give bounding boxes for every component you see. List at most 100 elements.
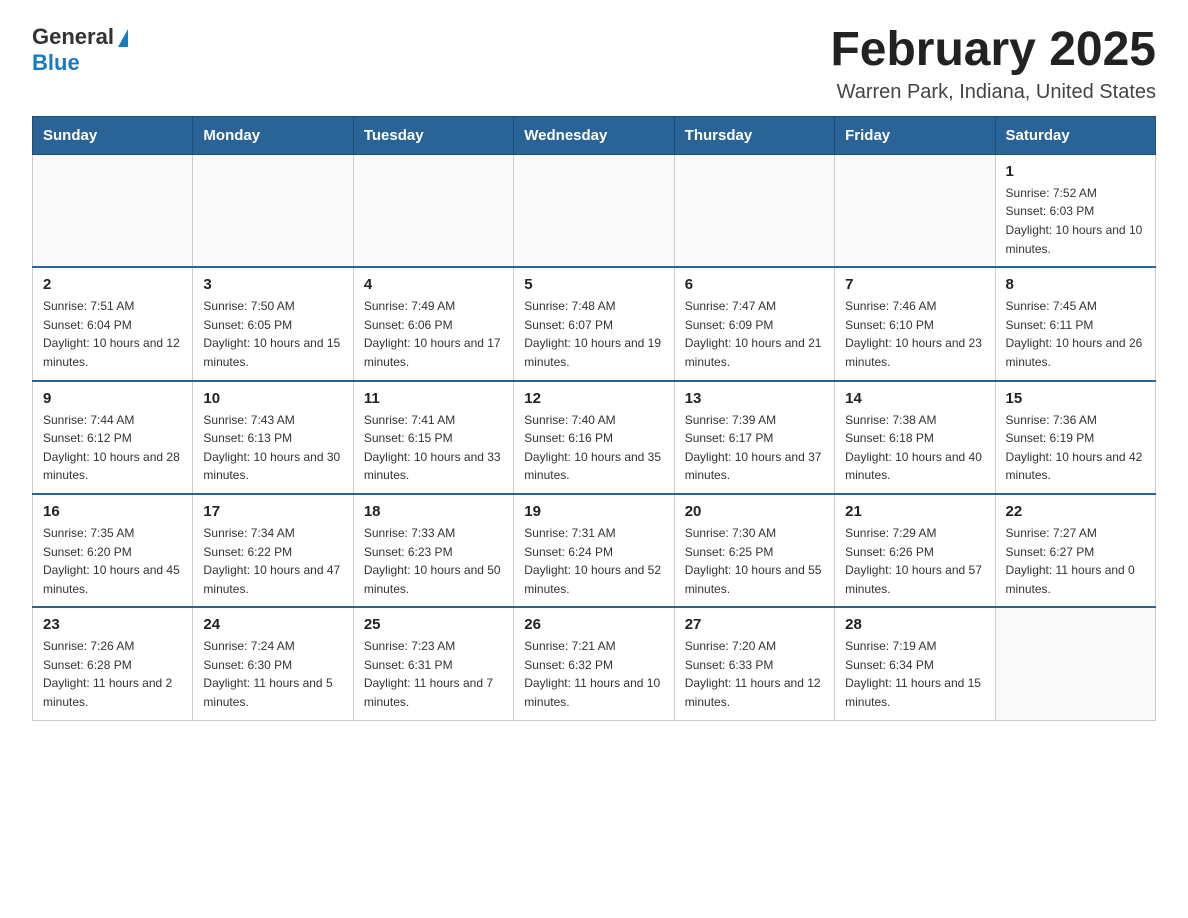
calendar-cell: 18 Sunrise: 7:33 AMSunset: 6:23 PMDayligh… bbox=[353, 494, 513, 607]
day-of-week-header: Sunday bbox=[33, 116, 193, 154]
day-info: Sunrise: 7:40 AMSunset: 6:16 PMDaylight:… bbox=[524, 411, 663, 485]
day-info: Sunrise: 7:29 AMSunset: 6:26 PMDaylight:… bbox=[845, 524, 984, 598]
week-row: 23 Sunrise: 7:26 AMSunset: 6:28 PMDayligh… bbox=[33, 607, 1156, 720]
calendar-cell: 2 Sunrise: 7:51 AMSunset: 6:04 PMDaylight… bbox=[33, 267, 193, 380]
logo-blue-text: Blue bbox=[32, 50, 80, 76]
day-number: 4 bbox=[364, 276, 503, 293]
day-number: 6 bbox=[685, 276, 824, 293]
day-info: Sunrise: 7:52 AMSunset: 6:03 PMDaylight:… bbox=[1006, 184, 1145, 258]
day-info: Sunrise: 7:44 AMSunset: 6:12 PMDaylight:… bbox=[43, 411, 182, 485]
day-number: 26 bbox=[524, 616, 663, 633]
day-of-week-header: Monday bbox=[193, 116, 353, 154]
day-number: 3 bbox=[203, 276, 342, 293]
day-info: Sunrise: 7:26 AMSunset: 6:28 PMDaylight:… bbox=[43, 637, 182, 711]
day-info: Sunrise: 7:36 AMSunset: 6:19 PMDaylight:… bbox=[1006, 411, 1145, 485]
calendar-cell bbox=[995, 607, 1155, 720]
calendar-cell: 24 Sunrise: 7:24 AMSunset: 6:30 PMDayligh… bbox=[193, 607, 353, 720]
calendar-cell: 12Sunrise: 7:40 AMSunset: 6:16 PMDayligh… bbox=[514, 381, 674, 494]
day-info: Sunrise: 7:46 AMSunset: 6:10 PMDaylight:… bbox=[845, 297, 984, 371]
calendar-cell: 22 Sunrise: 7:27 AMSunset: 6:27 PMDayligh… bbox=[995, 494, 1155, 607]
page-header: General Blue February 2025 Warren Park, … bbox=[32, 24, 1156, 104]
logo-triangle-icon bbox=[118, 29, 128, 47]
day-of-week-header: Friday bbox=[835, 116, 995, 154]
day-info: Sunrise: 7:48 AMSunset: 6:07 PMDaylight:… bbox=[524, 297, 663, 371]
day-number: 27 bbox=[685, 616, 824, 633]
logo: General Blue bbox=[32, 24, 128, 76]
day-info: Sunrise: 7:31 AMSunset: 6:24 PMDaylight:… bbox=[524, 524, 663, 598]
day-info: Sunrise: 7:35 AMSunset: 6:20 PMDaylight:… bbox=[43, 524, 182, 598]
day-info: Sunrise: 7:19 AMSunset: 6:34 PMDaylight:… bbox=[845, 637, 984, 711]
calendar-cell: 4 Sunrise: 7:49 AMSunset: 6:06 PMDaylight… bbox=[353, 267, 513, 380]
day-number: 17 bbox=[203, 503, 342, 520]
day-number: 24 bbox=[203, 616, 342, 633]
calendar-cell: 28 Sunrise: 7:19 AMSunset: 6:34 PMDayligh… bbox=[835, 607, 995, 720]
day-info: Sunrise: 7:41 AMSunset: 6:15 PMDaylight:… bbox=[364, 411, 503, 485]
logo-general-text: General bbox=[32, 24, 114, 50]
day-number: 25 bbox=[364, 616, 503, 633]
day-number: 23 bbox=[43, 616, 182, 633]
calendar-cell: 25 Sunrise: 7:23 AMSunset: 6:31 PMDayligh… bbox=[353, 607, 513, 720]
calendar-cell bbox=[514, 154, 674, 267]
calendar-cell: 5 Sunrise: 7:48 AMSunset: 6:07 PMDaylight… bbox=[514, 267, 674, 380]
day-of-week-header: Saturday bbox=[995, 116, 1155, 154]
day-number: 22 bbox=[1006, 503, 1145, 520]
day-number: 28 bbox=[845, 616, 984, 633]
calendar-cell: 23 Sunrise: 7:26 AMSunset: 6:28 PMDayligh… bbox=[33, 607, 193, 720]
day-number: 18 bbox=[364, 503, 503, 520]
calendar-cell: 7 Sunrise: 7:46 AMSunset: 6:10 PMDaylight… bbox=[835, 267, 995, 380]
day-info: Sunrise: 7:27 AMSunset: 6:27 PMDaylight:… bbox=[1006, 524, 1145, 598]
day-number: 10 bbox=[203, 390, 342, 407]
location-subtitle: Warren Park, Indiana, United States bbox=[830, 81, 1156, 104]
day-info: Sunrise: 7:39 AMSunset: 6:17 PMDaylight:… bbox=[685, 411, 824, 485]
day-number: 7 bbox=[845, 276, 984, 293]
day-info: Sunrise: 7:30 AMSunset: 6:25 PMDaylight:… bbox=[685, 524, 824, 598]
calendar-cell: 8Sunrise: 7:45 AMSunset: 6:11 PMDaylight… bbox=[995, 267, 1155, 380]
day-number: 9 bbox=[43, 390, 182, 407]
calendar-cell bbox=[193, 154, 353, 267]
calendar-cell bbox=[835, 154, 995, 267]
day-number: 19 bbox=[524, 503, 663, 520]
day-number: 11 bbox=[364, 390, 503, 407]
calendar-cell: 6Sunrise: 7:47 AMSunset: 6:09 PMDaylight… bbox=[674, 267, 834, 380]
week-row: 9 Sunrise: 7:44 AMSunset: 6:12 PMDaylight… bbox=[33, 381, 1156, 494]
week-row: 1Sunrise: 7:52 AMSunset: 6:03 PMDaylight… bbox=[33, 154, 1156, 267]
calendar-cell: 15 Sunrise: 7:36 AMSunset: 6:19 PMDayligh… bbox=[995, 381, 1155, 494]
day-of-week-header: Thursday bbox=[674, 116, 834, 154]
calendar-cell: 27Sunrise: 7:20 AMSunset: 6:33 PMDayligh… bbox=[674, 607, 834, 720]
day-info: Sunrise: 7:43 AMSunset: 6:13 PMDaylight:… bbox=[203, 411, 342, 485]
calendar-cell bbox=[674, 154, 834, 267]
day-number: 13 bbox=[685, 390, 824, 407]
day-info: Sunrise: 7:24 AMSunset: 6:30 PMDaylight:… bbox=[203, 637, 342, 711]
day-number: 8 bbox=[1006, 276, 1145, 293]
week-row: 16 Sunrise: 7:35 AMSunset: 6:20 PMDayligh… bbox=[33, 494, 1156, 607]
day-info: Sunrise: 7:38 AMSunset: 6:18 PMDaylight:… bbox=[845, 411, 984, 485]
day-info: Sunrise: 7:34 AMSunset: 6:22 PMDaylight:… bbox=[203, 524, 342, 598]
day-info: Sunrise: 7:49 AMSunset: 6:06 PMDaylight:… bbox=[364, 297, 503, 371]
day-number: 2 bbox=[43, 276, 182, 293]
calendar-cell: 1Sunrise: 7:52 AMSunset: 6:03 PMDaylight… bbox=[995, 154, 1155, 267]
calendar-cell: 19 Sunrise: 7:31 AMSunset: 6:24 PMDayligh… bbox=[514, 494, 674, 607]
week-row: 2 Sunrise: 7:51 AMSunset: 6:04 PMDaylight… bbox=[33, 267, 1156, 380]
calendar-cell: 3Sunrise: 7:50 AMSunset: 6:05 PMDaylight… bbox=[193, 267, 353, 380]
calendar-cell bbox=[33, 154, 193, 267]
calendar-header-row: SundayMondayTuesdayWednesdayThursdayFrid… bbox=[33, 116, 1156, 154]
calendar-cell: 17 Sunrise: 7:34 AMSunset: 6:22 PMDayligh… bbox=[193, 494, 353, 607]
calendar-cell: 26Sunrise: 7:21 AMSunset: 6:32 PMDayligh… bbox=[514, 607, 674, 720]
day-number: 14 bbox=[845, 390, 984, 407]
day-number: 5 bbox=[524, 276, 663, 293]
day-number: 21 bbox=[845, 503, 984, 520]
day-info: Sunrise: 7:33 AMSunset: 6:23 PMDaylight:… bbox=[364, 524, 503, 598]
calendar-cell: 16 Sunrise: 7:35 AMSunset: 6:20 PMDayligh… bbox=[33, 494, 193, 607]
day-info: Sunrise: 7:23 AMSunset: 6:31 PMDaylight:… bbox=[364, 637, 503, 711]
calendar-cell: 10 Sunrise: 7:43 AMSunset: 6:13 PMDayligh… bbox=[193, 381, 353, 494]
day-of-week-header: Tuesday bbox=[353, 116, 513, 154]
calendar-cell: 21 Sunrise: 7:29 AMSunset: 6:26 PMDayligh… bbox=[835, 494, 995, 607]
day-number: 16 bbox=[43, 503, 182, 520]
calendar-cell: 9 Sunrise: 7:44 AMSunset: 6:12 PMDaylight… bbox=[33, 381, 193, 494]
month-title: February 2025 bbox=[830, 24, 1156, 77]
day-number: 15 bbox=[1006, 390, 1145, 407]
calendar-cell: 11 Sunrise: 7:41 AMSunset: 6:15 PMDayligh… bbox=[353, 381, 513, 494]
calendar-table: SundayMondayTuesdayWednesdayThursdayFrid… bbox=[32, 116, 1156, 721]
title-area: February 2025 Warren Park, Indiana, Unit… bbox=[830, 24, 1156, 104]
day-info: Sunrise: 7:51 AMSunset: 6:04 PMDaylight:… bbox=[43, 297, 182, 371]
